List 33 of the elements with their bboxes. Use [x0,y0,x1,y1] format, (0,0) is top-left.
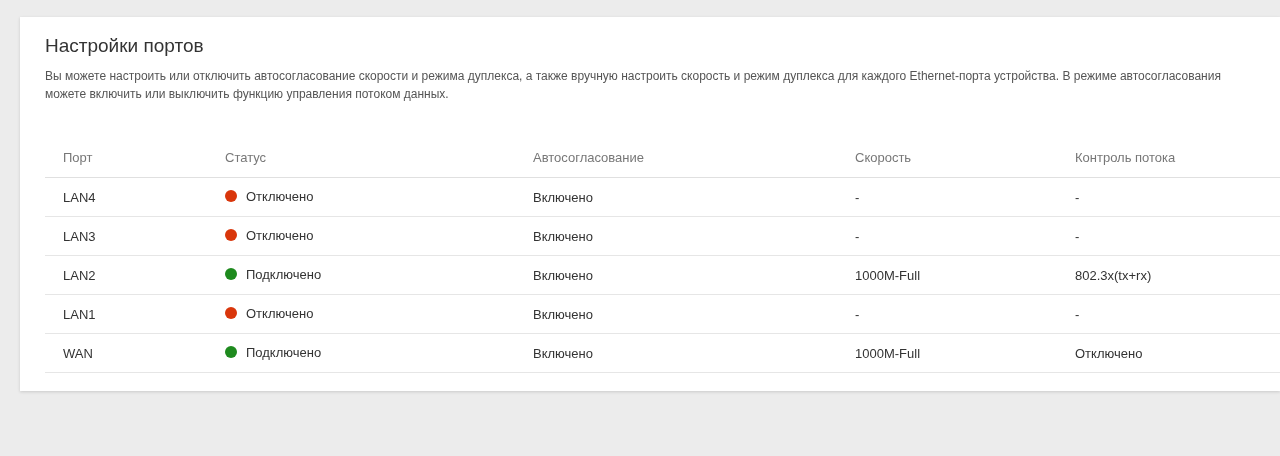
column-header: Контроль потока [1057,137,1280,178]
table-cell: WAN [63,345,93,361]
table-cell: 1000M-Full [855,345,921,361]
table-cell: LAN4 [63,189,96,205]
table-cell: Включено [533,228,593,244]
table-cell: LAN2 [63,267,96,283]
table-cell: Включено [533,345,593,361]
table-cell: 802.3x(tx+rx) [1075,267,1152,283]
table-cell: - [855,306,860,322]
description-text: можете включить или выключить функцию управления потоком данных. [45,86,449,103]
column-header: Автосогласование [515,137,837,178]
table-cell: Включено [533,306,593,322]
table-cell: Отключено [246,305,314,321]
table-cell: LAN1 [63,306,96,322]
description-text: Вы можете настроить или отключить автосогласование скорости и режима дуплекса, а также вручную настроить скорость и режим дуплекса для каждого Ethernet-порта устройства. В режиме автосогласования [45,68,1221,85]
table-cell: LAN3 [63,228,96,244]
table-cell: Отключено [246,227,314,243]
table-cell: Включено [533,189,593,205]
table-cell: Отключено [246,188,314,204]
column-header: Порт [45,137,207,178]
column-header: Статус [207,137,515,178]
table-cell: - [1075,189,1080,205]
table-cell: Включено [533,267,593,283]
table-cell: - [855,228,860,244]
table-cell: - [1075,306,1080,322]
table-cell: 1000M-Full [855,267,921,283]
page-title: Настройки портов [45,35,205,57]
table-cell: - [855,189,860,205]
table-cell: Подключено [246,344,322,360]
column-header: Скорость [837,137,1057,178]
table-cell: Отключено [1075,345,1143,361]
table-cell: Подключено [246,266,322,282]
table-cell: - [1075,228,1080,244]
